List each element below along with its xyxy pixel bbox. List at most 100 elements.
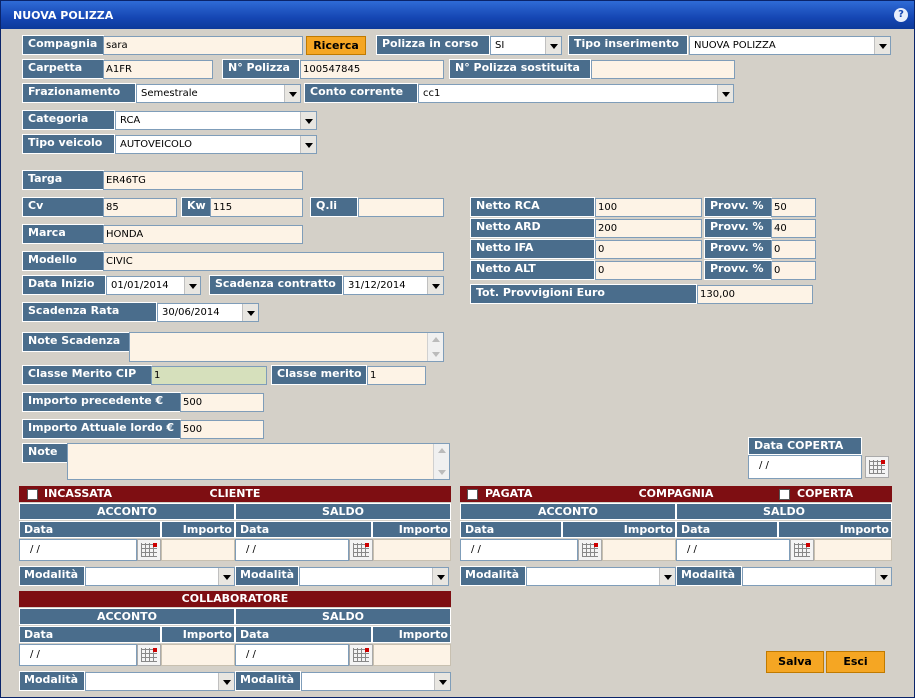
n-polizza-input[interactable]: 100547845 bbox=[300, 60, 444, 79]
netto-ard-input[interactable]: 200 bbox=[595, 219, 702, 238]
classe-merito-cip-input[interactable]: 1 bbox=[151, 366, 267, 385]
qli-input[interactable] bbox=[358, 198, 444, 217]
note-scadenza-scrollbar[interactable] bbox=[427, 333, 443, 361]
calendar-icon[interactable] bbox=[137, 644, 161, 666]
tot-provvigioni-input[interactable]: 130,00 bbox=[697, 285, 813, 304]
chevron-down-icon[interactable] bbox=[218, 673, 234, 690]
collaboratore-acconto-date[interactable]: / / bbox=[19, 644, 137, 666]
importo-precedente-label: Importo precedente € bbox=[22, 392, 181, 412]
chevron-down-icon[interactable] bbox=[184, 277, 200, 294]
kw-input[interactable]: 115 bbox=[210, 198, 303, 217]
cliente-acconto-importo[interactable] bbox=[161, 539, 235, 561]
compagnia-saldo-data-label: Data bbox=[676, 521, 778, 538]
collaboratore-acconto-modalita-select[interactable] bbox=[85, 672, 235, 691]
data-inizio-picker[interactable]: 01/01/2014 bbox=[106, 276, 201, 295]
esci-button[interactable]: Esci bbox=[826, 651, 885, 673]
calendar-icon[interactable] bbox=[137, 539, 161, 561]
marca-input[interactable]: HONDA bbox=[103, 225, 303, 244]
carpetta-input[interactable]: A1FR bbox=[103, 60, 213, 79]
chevron-down-icon[interactable] bbox=[242, 304, 258, 321]
netto-alt-input[interactable]: 0 bbox=[595, 261, 702, 280]
chevron-down-icon[interactable] bbox=[545, 37, 561, 54]
note-textarea[interactable] bbox=[67, 443, 450, 480]
n-polizza-sostituita-input[interactable] bbox=[591, 60, 735, 79]
collaboratore-saldo-date[interactable]: / / bbox=[235, 644, 349, 666]
importo-attuale-label: Importo Attuale lordo € bbox=[22, 419, 181, 439]
incassata-checkbox[interactable] bbox=[27, 489, 38, 500]
provv-alt-input[interactable]: 0 bbox=[771, 261, 816, 280]
compagnia-acconto-modalita-label: Modalità bbox=[460, 566, 526, 586]
calendar-icon[interactable] bbox=[349, 539, 373, 561]
tipo-inserimento-select[interactable]: NUOVA POLIZZA bbox=[689, 36, 891, 55]
cliente-acconto-date[interactable]: / / bbox=[19, 539, 137, 561]
compagnia-input[interactable]: sara bbox=[103, 36, 303, 55]
data-inizio-label: Data Inizio bbox=[22, 275, 106, 295]
cliente-acconto-modalita-label: Modalità bbox=[19, 566, 85, 586]
scadenza-rata-picker[interactable]: 30/06/2014 bbox=[157, 303, 259, 322]
pagata-checkbox[interactable] bbox=[467, 489, 478, 500]
categoria-select[interactable]: RCA bbox=[115, 111, 317, 130]
importo-precedente-input[interactable]: 500 bbox=[180, 393, 264, 412]
targa-input[interactable]: ER46TG bbox=[103, 171, 303, 190]
collaboratore-saldo-importo[interactable] bbox=[373, 644, 451, 666]
provv-rca-input[interactable]: 50 bbox=[771, 198, 816, 217]
collaboratore-acconto-importo[interactable] bbox=[161, 644, 235, 666]
calendar-icon[interactable] bbox=[349, 644, 373, 666]
chevron-down-icon[interactable] bbox=[874, 37, 890, 54]
calendar-icon[interactable] bbox=[790, 539, 814, 561]
collaboratore-saldo-modalita-select[interactable] bbox=[301, 672, 451, 691]
chevron-down-icon[interactable] bbox=[659, 568, 675, 585]
netto-ifa-input[interactable]: 0 bbox=[595, 240, 702, 259]
chevron-down-icon[interactable] bbox=[284, 85, 300, 102]
ricerca-button[interactable]: Ricerca bbox=[306, 36, 366, 55]
chevron-down-icon[interactable] bbox=[875, 568, 891, 585]
chevron-down-icon[interactable] bbox=[432, 568, 448, 585]
compagnia-acconto-importo[interactable] bbox=[602, 539, 676, 561]
compagnia-acconto-date[interactable]: / / bbox=[460, 539, 578, 561]
help-icon[interactable]: ? bbox=[894, 8, 908, 22]
tipo-inserimento-value: NUOVA POLIZZA bbox=[694, 40, 776, 51]
classe-merito-input[interactable]: 1 bbox=[367, 366, 426, 385]
tipo-veicolo-value: AUTOVEICOLO bbox=[120, 139, 193, 150]
provv-ard-label: Provv. % bbox=[704, 218, 772, 238]
salva-button[interactable]: Salva bbox=[766, 651, 824, 673]
calendar-icon[interactable] bbox=[578, 539, 602, 561]
chevron-down-icon[interactable] bbox=[300, 112, 316, 129]
modello-input[interactable]: CIVIC bbox=[103, 252, 444, 271]
compagnia-saldo-date[interactable]: / / bbox=[676, 539, 790, 561]
compagnia-saldo-header: SALDO bbox=[676, 503, 892, 520]
compagnia-saldo-importo[interactable] bbox=[814, 539, 892, 561]
chevron-down-icon[interactable] bbox=[717, 85, 733, 102]
cliente-saldo-modalita-select[interactable] bbox=[299, 567, 449, 586]
importo-attuale-input[interactable]: 500 bbox=[180, 420, 264, 439]
provv-ifa-input[interactable]: 0 bbox=[771, 240, 816, 259]
window-title: NUOVA POLIZZA bbox=[13, 9, 114, 22]
chevron-down-icon[interactable] bbox=[218, 568, 234, 585]
note-scrollbar[interactable] bbox=[433, 444, 449, 479]
calendar-icon[interactable] bbox=[865, 456, 889, 478]
chevron-down-icon[interactable] bbox=[434, 673, 450, 690]
netto-rca-input[interactable]: 100 bbox=[595, 198, 702, 217]
provv-ard-input[interactable]: 40 bbox=[771, 219, 816, 238]
compagnia-saldo-modalita-select[interactable] bbox=[742, 567, 892, 586]
data-coperta-input[interactable]: / / bbox=[748, 455, 862, 479]
collaboratore-acconto-header: ACCONTO bbox=[19, 608, 235, 625]
frazionamento-select[interactable]: Semestrale bbox=[136, 84, 301, 103]
cliente-acconto-modalita-select[interactable] bbox=[85, 567, 235, 586]
cv-input[interactable]: 85 bbox=[103, 198, 177, 217]
note-scadenza-textarea[interactable] bbox=[129, 332, 444, 362]
cliente-saldo-importo[interactable] bbox=[373, 539, 451, 561]
classe-merito-label: Classe merito bbox=[271, 365, 367, 385]
scadenza-contratto-picker[interactable]: 31/12/2014 bbox=[343, 276, 444, 295]
collaboratore-saldo-modalita-label: Modalità bbox=[235, 671, 301, 691]
compagnia-acconto-modalita-select[interactable] bbox=[526, 567, 676, 586]
conto-corrente-select[interactable]: cc1 bbox=[418, 84, 734, 103]
tipo-veicolo-select[interactable]: AUTOVEICOLO bbox=[115, 135, 317, 154]
chevron-down-icon[interactable] bbox=[300, 136, 316, 153]
netto-ard-label: Netto ARD bbox=[470, 218, 595, 238]
chevron-down-icon[interactable] bbox=[427, 277, 443, 294]
scadenza-contratto-label: Scadenza contratto bbox=[209, 275, 343, 295]
coperta-checkbox[interactable] bbox=[779, 489, 790, 500]
polizza-in-corso-select[interactable]: SI bbox=[490, 36, 562, 55]
cliente-saldo-date[interactable]: / / bbox=[235, 539, 349, 561]
